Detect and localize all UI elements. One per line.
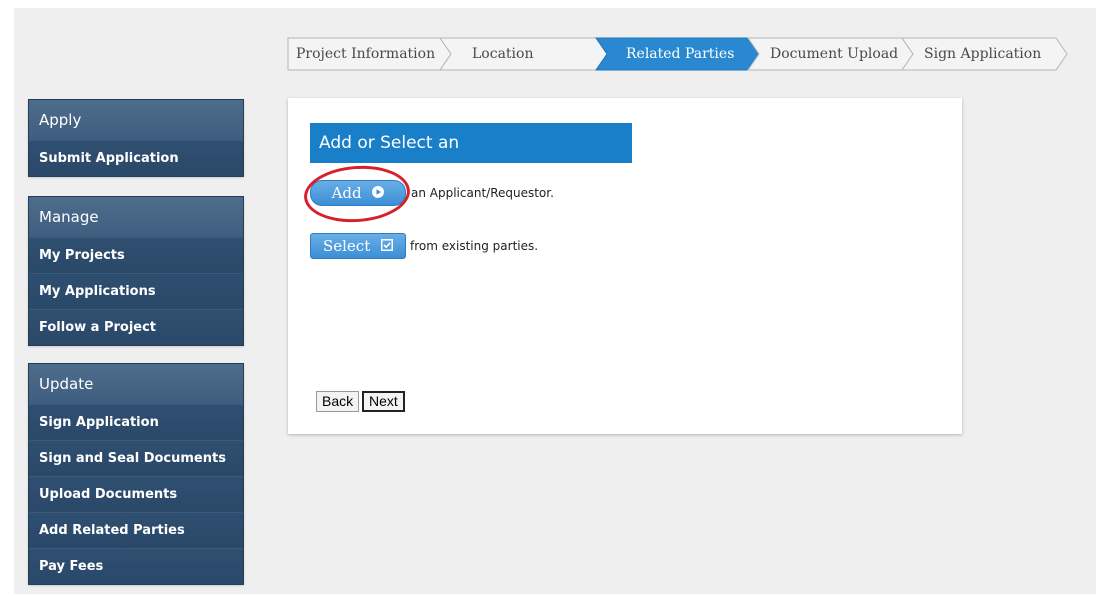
select-helper-text: from existing parties. <box>410 239 539 253</box>
back-button[interactable]: Back <box>316 391 360 412</box>
step-project-information[interactable]: Project Information <box>296 38 435 70</box>
sidebar-update-heading: Update <box>29 364 243 404</box>
sidebar-item-upload-documents[interactable]: Upload Documents <box>29 476 243 512</box>
sidebar-item-sign-and-seal-documents[interactable]: Sign and Seal Documents <box>29 440 243 476</box>
next-button[interactable]: Next <box>362 391 405 412</box>
sidebar-apply-group: Apply Submit Application <box>28 99 244 177</box>
sidebar-item-my-projects[interactable]: My Projects <box>29 237 243 273</box>
add-helper-text: an Applicant/Requestor. <box>411 186 554 200</box>
step-sign-application[interactable]: Sign Application <box>924 38 1041 70</box>
checkbox-icon <box>381 234 394 258</box>
step-location[interactable]: Location <box>472 38 533 70</box>
select-party-button[interactable]: Select <box>310 233 406 259</box>
sidebar-apply-heading: Apply <box>29 100 243 140</box>
sidebar-manage-group: Manage My Projects My Applications Follo… <box>28 196 244 346</box>
sidebar-item-add-related-parties[interactable]: Add Related Parties <box>29 512 243 548</box>
sidebar-manage-heading: Manage <box>29 197 243 237</box>
sidebar-item-sign-application[interactable]: Sign Application <box>29 404 243 440</box>
section-title: Add or Select an Applicant/Requestor <box>310 123 632 193</box>
step-related-parties[interactable]: Related Parties <box>626 38 734 70</box>
related-parties-panel: Add or Select an Applicant/Requestor Add… <box>288 98 962 434</box>
sidebar-item-my-applications[interactable]: My Applications <box>29 273 243 309</box>
sidebar-item-pay-fees[interactable]: Pay Fees <box>29 548 243 584</box>
sidebar-update-group: Update Sign Application Sign and Seal Do… <box>28 363 244 585</box>
sidebar-item-follow-a-project[interactable]: Follow a Project <box>29 309 243 345</box>
wizard-steps: Project Information Location Related Par… <box>286 37 1071 72</box>
sidebar-item-submit-application[interactable]: Submit Application <box>29 140 243 176</box>
step-document-upload[interactable]: Document Upload <box>770 38 898 70</box>
select-button-label: Select <box>322 237 371 255</box>
